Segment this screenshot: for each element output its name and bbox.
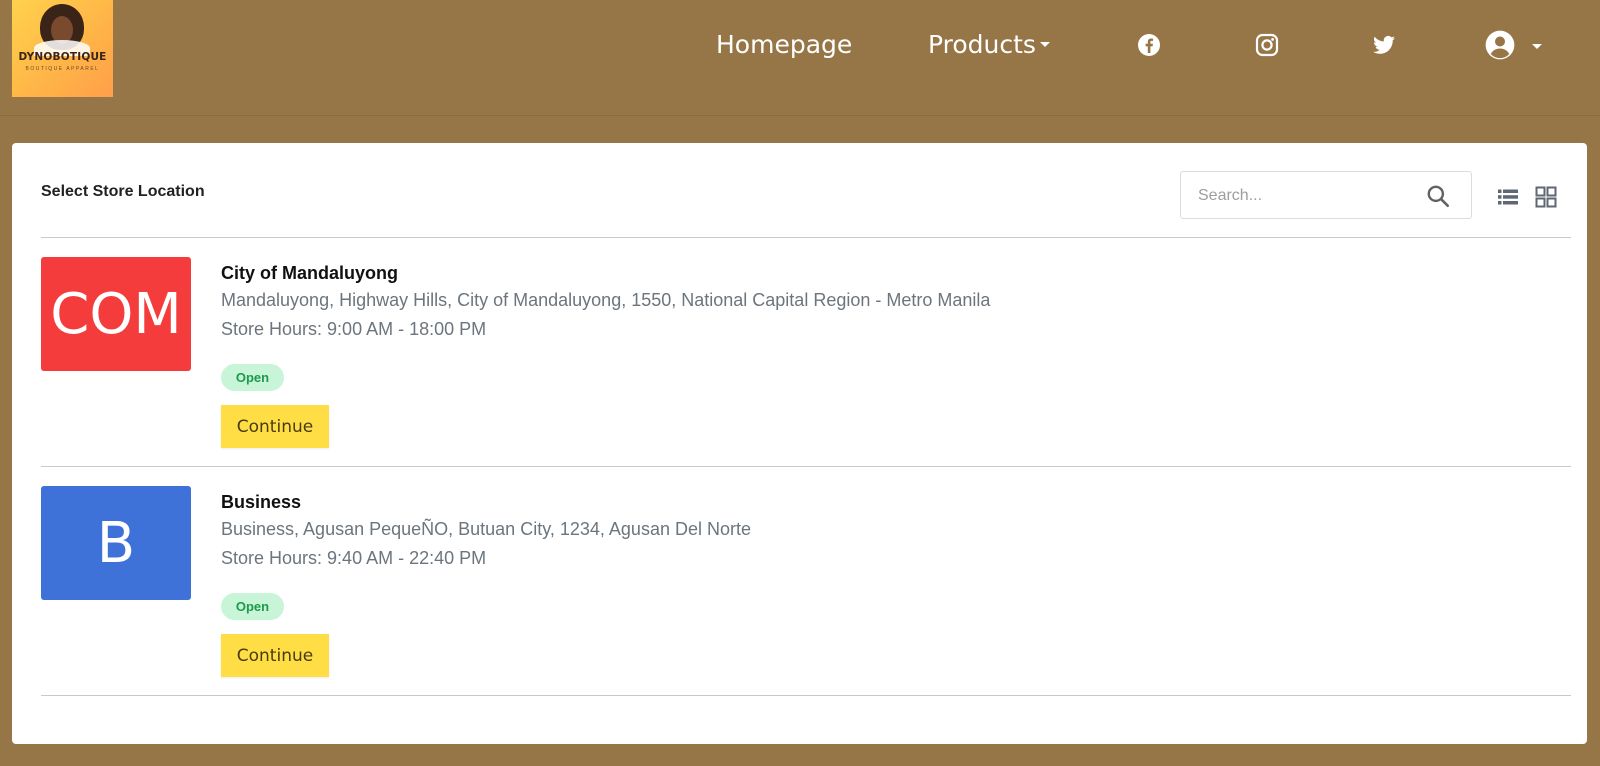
nav-homepage-link[interactable]: Homepage [716,30,852,60]
store-name: Business [221,492,302,512]
grid-view-icon[interactable] [1534,185,1558,209]
chevron-down-icon [1039,42,1050,47]
twitter-icon[interactable] [1372,33,1396,57]
nav-products-dropdown[interactable]: Products [928,30,1050,60]
brand-name: DYNOBOTIQUE [18,51,107,63]
facebook-icon[interactable] [1137,33,1161,57]
account-menu[interactable] [1485,30,1542,60]
instagram-icon[interactable] [1255,33,1279,57]
account-icon [1485,30,1515,60]
chevron-down-icon [1532,44,1542,49]
status-badge: Open [221,364,284,391]
store-row: B Business Business, Agusan PequeÑO, But… [41,486,1571,715]
search-icon[interactable] [1425,183,1451,209]
store-location-card: Select Store Location COM City of Mandal… [12,143,1587,744]
store-address: Business, Agusan PequeÑO, Butuan City, 1… [221,519,751,539]
store-thumbnail: COM [41,257,191,371]
divider [41,237,1571,238]
store-address: Mandaluyong, Highway Hills, City of Mand… [221,290,991,310]
page-title: Select Store Location [41,183,205,200]
navbar: DYNOBOTIQUE BOUTIQUE APPAREL Homepage Pr… [0,0,1600,116]
store-hours: Store Hours: 9:00 AM - 18:00 PM [221,319,487,339]
status-badge: Open [221,593,284,620]
continue-button[interactable]: Continue [221,405,329,448]
list-view-icon[interactable] [1496,185,1520,209]
store-hours: Store Hours: 9:40 AM - 22:40 PM [221,548,487,568]
continue-button[interactable]: Continue [221,634,329,677]
nav-products-label: Products [928,30,1036,59]
divider [41,695,1571,696]
brand-logo[interactable]: DYNOBOTIQUE BOUTIQUE APPAREL [12,0,113,97]
store-name: City of Mandaluyong [221,263,398,283]
divider [41,466,1571,467]
store-thumbnail: B [41,486,191,600]
brand-tagline: BOUTIQUE APPAREL [25,66,100,72]
search-input[interactable] [1198,184,1418,208]
store-row: COM City of Mandaluyong Mandaluyong, Hig… [41,257,1571,486]
search-box [1180,171,1472,219]
